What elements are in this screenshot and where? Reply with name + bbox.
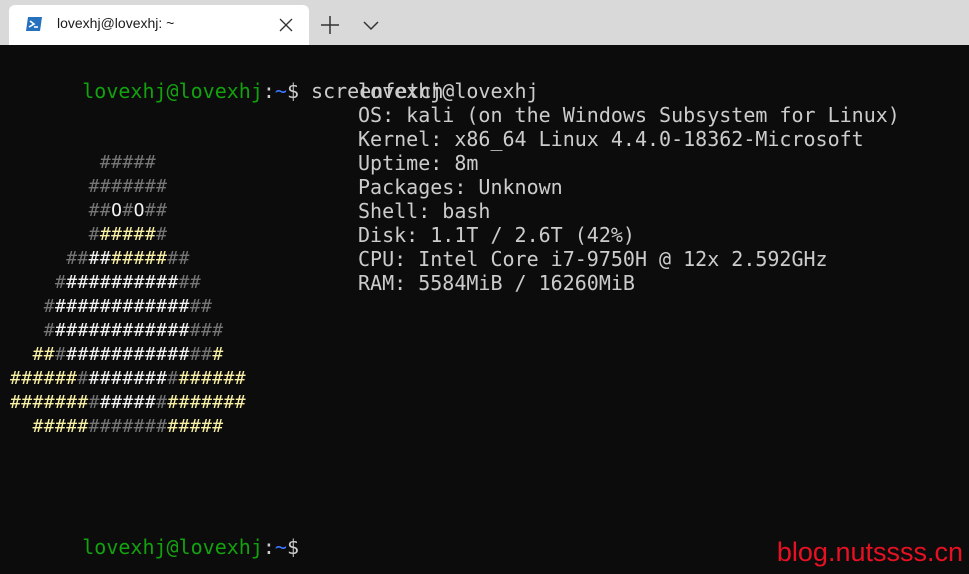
ascii-logo-line: #######	[88, 224, 168, 245]
chevron-down-icon[interactable]	[360, 14, 382, 36]
ascii-logo-line: ###########	[66, 248, 190, 269]
prompt-line-command: lovexhj@lovexhj:~$ screenfetch	[10, 55, 443, 103]
plus-icon[interactable]	[318, 14, 342, 36]
tab-bar: lovexhj@lovexhj: ~	[0, 0, 969, 45]
prompt-colon: :	[262, 79, 275, 103]
info-line: Kernel: x86_64 Linux 4.4.0-18362-Microso…	[358, 127, 864, 151]
ascii-logo-line: ################	[43, 320, 224, 341]
ascii-logo-line: ###############	[43, 296, 213, 317]
info-line: Uptime: 8m	[358, 151, 479, 175]
info-line: RAM: 5584MiB / 16260MiB	[358, 271, 635, 295]
powershell-icon	[26, 17, 42, 31]
ascii-logo-line: #####	[99, 152, 157, 173]
prompt-user-host: lovexhj@lovexhj	[82, 79, 263, 103]
tab-active[interactable]: lovexhj@lovexhj: ~	[9, 5, 309, 45]
ascii-logo-line: #######	[88, 176, 168, 197]
prompt-dollar: $	[286, 79, 300, 103]
info-line: CPU: Intel Core i7-9750H @ 12x 2.592GHz	[358, 247, 828, 271]
terminal-body[interactable]: lovexhj@lovexhj:~$ screenfetch lovexhj@l…	[0, 45, 969, 574]
tab-title: lovexhj@lovexhj: ~	[57, 15, 175, 31]
info-line: OS: kali (on the Windows Subsystem for L…	[358, 103, 900, 127]
watermark-text: blog.nutssss.cn	[776, 537, 963, 567]
ascii-logo-line: #################	[32, 416, 224, 437]
ascii-logo-line: #####################	[10, 368, 247, 389]
prompt-dollar: $	[286, 535, 300, 559]
info-line: Shell: bash	[358, 199, 491, 223]
info-line: lovexhj@lovexhj	[358, 79, 539, 103]
ascii-logo-line: #################	[32, 344, 224, 365]
ascii-logo-line: ##O#O##	[88, 200, 168, 221]
prompt-user-host: lovexhj@lovexhj	[82, 535, 263, 559]
prompt-line-current[interactable]: lovexhj@lovexhj:~$	[10, 511, 299, 559]
prompt-path: ~	[274, 79, 287, 103]
close-icon[interactable]	[277, 16, 295, 34]
ascii-logo-line: #############	[54, 272, 202, 293]
prompt-colon: :	[262, 535, 275, 559]
prompt-path: ~	[274, 535, 287, 559]
terminal-window: lovexhj@lovexhj: ~ lovexhj@lovexhj:~$ sc…	[0, 0, 969, 574]
info-line: Disk: 1.1T / 2.6T (42%)	[358, 223, 635, 247]
info-line: Packages: Unknown	[358, 175, 563, 199]
ascii-logo-line: #####################	[10, 392, 247, 413]
